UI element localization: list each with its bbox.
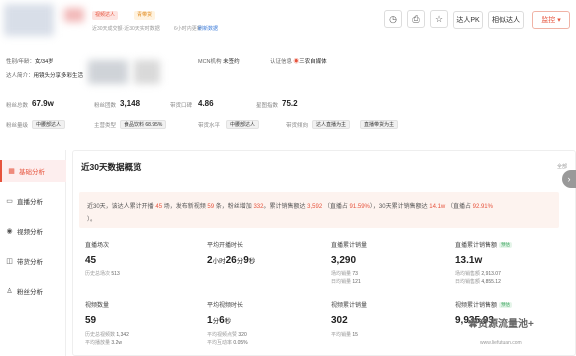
metric-video-duration-sub-1: 平均视频点赞 320 [207,332,247,338]
fans-level-pill: 中腰部达人 [32,120,66,129]
sidebar-item-fans[interactable]: ♙ 粉丝分析 [0,280,66,302]
metric-video-revenue-label: 视频累计销售额 预估 [455,302,513,309]
region-blur [88,60,128,84]
metric-video-sales-sub-1: 平均销量 15 [331,332,358,338]
metric-live-duration-value: 2小时26分9秒 [207,255,256,266]
metric-live-revenue-sub-2: 日均销售额 4,855.12 [455,279,501,285]
refresh-button[interactable]: ◷ [384,10,402,28]
metric-live-count-label: 直播场次 [85,243,110,249]
page: 视频达人 青带货 近30天成交额·近30天实时数据 6小时内更新 刷新数据 ◷ … [0,0,576,356]
badge-level: 青带货 [134,11,156,20]
metric-live-revenue-label: 直播累计销售额 预估 [455,242,513,249]
metric-video-count-label: 视频数量 [85,303,110,309]
metric-video-duration-sub-2: 平均互动率 0.05% [207,340,248,346]
metric-live-revenue-sub-1: 场均销售额 2,913.07 [455,271,501,277]
watermark-url: www.liefutuan.com [480,340,522,346]
overview-title: 近30天数据概览 [81,162,142,172]
share-button[interactable]: ⎙ [407,10,425,28]
cart-icon: ◫ [6,258,13,265]
metric-video-count-value: 59 [85,315,97,326]
refresh-link[interactable]: 刷新数据 [198,25,218,32]
header-sub: 近30天成交额·近30天实时数据 [92,26,160,32]
metric-video-sales-value: 302 [331,315,348,326]
sidebar-item-basic[interactable]: ▦ 基础分析 [0,160,66,182]
category-label: 主营类型 [94,123,117,129]
mcn: MCN机构 未签约 [198,59,240,65]
metric-live-sales-sub-2: 日均销量 121 [331,279,361,285]
fans-level-label: 粉丝量级 [6,123,29,129]
sidebar-item-video[interactable]: ◉ 视频分析 [0,220,66,242]
sidebar: ▦ 基础分析 ▭ 直播分析 ◉ 视频分析 ◫ 带货分析 ♙ 粉丝分析 [0,150,66,356]
metric-live-sales-value: 3,290 [331,255,357,266]
metric-video-count-sub-1: 历史总视频数 1,342 [85,332,129,338]
overview-more-link[interactable]: 全部 [557,163,567,170]
method-pill-2: 直播带货为主 [360,120,399,129]
header: 视频达人 青带货 近30天成交额·近30天实时数据 6小时内更新 刷新数据 ◷ … [0,0,576,42]
star-icon: ☆ [434,13,444,24]
metric-video-duration-label: 平均视频时长 [207,303,244,309]
sell-level-label: 带货水平 [198,123,221,129]
metric-live-sales-label: 直播累计销量 [331,243,368,249]
certification: 认证信息 ◉三农自媒体 [270,59,327,65]
category-pill: 食品饮料 68.95% [120,120,167,129]
metric-live-count-value: 45 [85,255,97,266]
gender-age: 性别/年龄：女/34岁 [6,59,54,65]
metric-live-revenue-value: 13.1w [455,255,483,266]
metric-video-duration-value: 1分6秒 [207,315,232,326]
sidebar-item-sales[interactable]: ◫ 带货分析 [0,250,66,272]
method-label: 带货倾向 [286,123,309,129]
metric-live-duration-label: 平均开播时长 [207,243,244,249]
clock-icon: ◷ [389,13,397,24]
region-blur-2 [134,60,160,84]
summary-line-2: ）。 [87,217,97,223]
play-icon: ◉ [6,228,13,235]
leaf-icon: ✿ [468,319,478,330]
badge-video-talent: 视频达人 [92,11,119,20]
metric-video-count-sub-2: 平均播放量 3.2w [85,340,122,346]
next-arrow-button[interactable]: › [562,170,576,188]
monitor-button[interactable]: 监控 ▾ [532,11,570,29]
chevron-right-icon: › [567,174,571,184]
pk-button[interactable]: 达人PK [453,11,483,29]
watermark: ✿资源流量池+ [468,319,534,330]
metric-live-count-sub: 历史总场次 513 [85,271,120,277]
metric-video-sales-label: 视频累计销量 [331,303,368,309]
method-pill-1: 达人直播为主 [312,120,351,129]
summary-box: 近30天，该达人累计开播 45 场，发布新视频 59 条，粉丝增加 332。累计… [79,192,559,228]
chevron-down-icon: ▾ [555,17,561,24]
sidebar-item-live[interactable]: ▭ 直播分析 [0,190,66,212]
estimate-badge: 预估 [499,242,513,249]
favorite-button[interactable]: ☆ [430,10,448,28]
avatar [4,4,54,36]
estimate-badge: 预估 [499,302,513,309]
grid-icon: ▦ [8,168,15,175]
similar-button[interactable]: 相似达人 [488,11,524,29]
summary-line-1: 近30天，该达人累计开播 45 场，发布新视频 59 条，粉丝增加 332。累计… [87,204,493,210]
name-blur [64,8,84,22]
metric-live-sales-sub-1: 场均销量 73 [331,271,358,277]
share-icon: ⎙ [412,13,420,24]
user-icon: ♙ [6,288,13,295]
intro: 达人简介：用镜头分享多彩生活 [6,73,84,79]
sell-level-pill: 中腰部达人 [226,120,260,129]
tv-icon: ▭ [6,198,13,205]
